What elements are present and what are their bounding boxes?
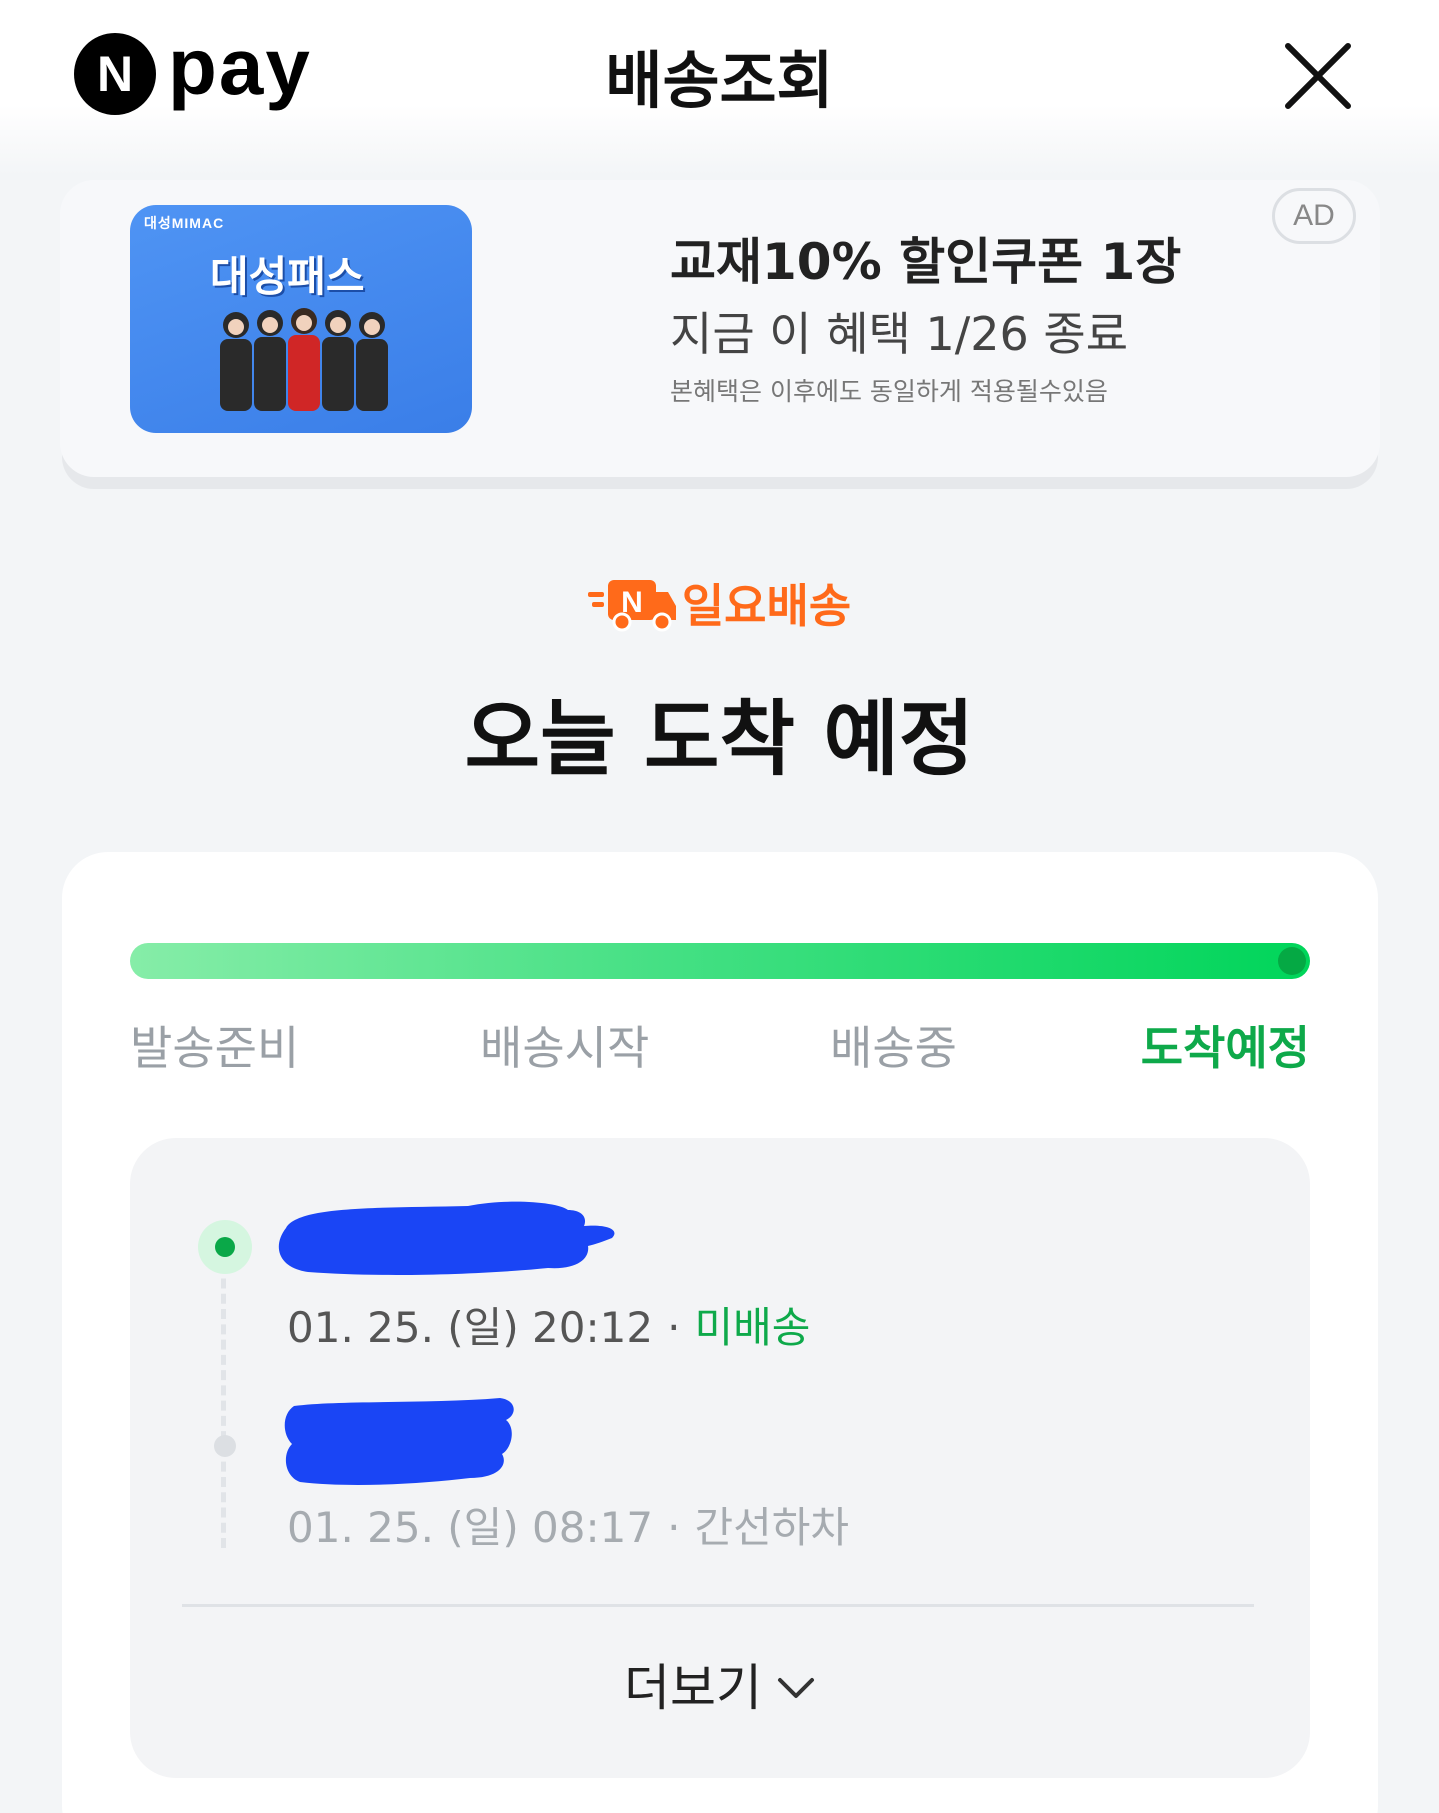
ad-headline: 교재10% 할인쿠폰 1장 [670, 233, 1182, 291]
more-button[interactable]: 더보기 [130, 1648, 1310, 1720]
timeline-line [221, 1248, 226, 1548]
page: N pay 배송조회 대성MIMAC 대성패스 교재10% 할인쿠폰 1장 지금… [0, 0, 1439, 1813]
ad-note: 본혜택은 이후에도 동일하게 적용될수있음 [670, 377, 1108, 406]
delivery-status-headline: 오늘 도착 예정 [464, 692, 975, 787]
truck-letter: N [621, 586, 643, 619]
page-title: 배송조회 [605, 44, 834, 117]
event-meta-past: 01. 25. (일) 08:17 · 간선하차 [287, 1494, 849, 1555]
progress-bar [130, 943, 1310, 979]
progress-steps: 발송준비 배송시작 배송중 도착예정 [130, 1012, 1310, 1082]
event-status: 미배송 [694, 1303, 811, 1352]
sunday-delivery-label: N 일요배송 [0, 570, 1439, 636]
close-button[interactable] [1282, 40, 1354, 112]
tracking-history: 01. 25. (일) 20:12 · 미배송 01. 25. (일) 08:17 ·… [130, 1138, 1310, 1778]
ad-subline: 지금 이 혜택 1/26 종료 [670, 307, 1129, 361]
event-status: 간선하차 [694, 1503, 850, 1552]
redacted-location-past [284, 1398, 514, 1485]
current-event-dot [215, 1237, 235, 1257]
close-icon [1285, 43, 1351, 109]
header: N pay 배송조회 [0, 0, 1439, 175]
step-start: 배송시작 [480, 1021, 650, 1075]
tracking-card: 발송준비 배송시작 배송중 도착예정 01. 25. (일) 20:12 · 미배송… [62, 852, 1378, 1813]
event-date: 01. 25. (일) 08:17 [287, 1503, 654, 1552]
event-meta-current: 01. 25. (일) 20:12 · 미배송 [287, 1294, 810, 1355]
step-prepare: 발송준비 [130, 1021, 300, 1075]
delivery-truck-icon: N [587, 580, 676, 632]
event-date: 01. 25. (일) 20:12 [287, 1303, 654, 1352]
more-label: 더보기 [624, 1659, 762, 1717]
progress-end-dot [1278, 947, 1306, 975]
step-arriving: 도착예정 [1140, 1021, 1310, 1075]
history-divider [182, 1604, 1254, 1607]
chevron-down-icon [778, 1678, 814, 1698]
ad-badge: AD [1272, 188, 1356, 244]
event-separator: · [667, 1303, 681, 1352]
past-event-dot [214, 1435, 236, 1457]
ad-image-title: 대성패스 [210, 252, 365, 301]
event-separator: · [667, 1503, 681, 1552]
ad-image-small-text: 대성MIMAC [144, 215, 225, 231]
redacted-location-current [278, 1201, 615, 1275]
ad-banner[interactable]: 대성MIMAC 대성패스 교재10% 할인쿠폰 1장 지금 이 혜택 1/26 … [60, 180, 1380, 477]
ad-image: 대성MIMAC 대성패스 [130, 205, 472, 433]
step-in-transit: 배송중 [830, 1021, 957, 1075]
ad-people-illustration [220, 308, 388, 411]
sunday-delivery-text: 일요배송 [681, 579, 852, 633]
